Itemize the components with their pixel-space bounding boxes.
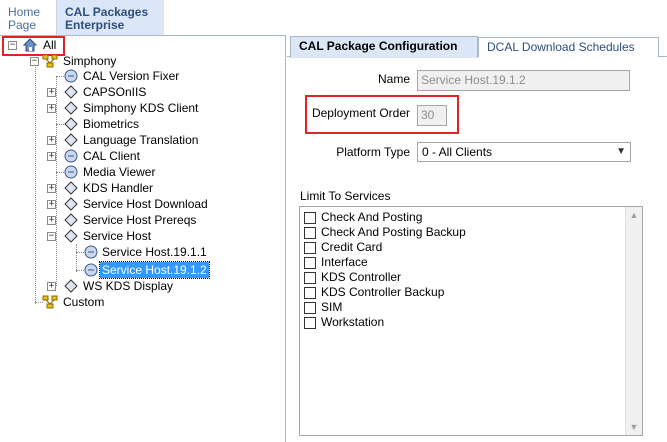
tree-node-label: WS KDS Display (83, 279, 174, 293)
checkbox[interactable] (304, 317, 316, 329)
tree-node-label: Service Host Prereqs (83, 213, 197, 227)
package-diamond-icon (64, 85, 78, 99)
service-label: Interface (321, 255, 368, 269)
package-circle-icon (64, 69, 78, 83)
tree-node-label: Simphony (63, 54, 117, 68)
package-diamond-icon (64, 117, 78, 131)
expand-icon[interactable]: + (47, 282, 56, 291)
tree-node-language-translation[interactable]: + Language Translation (0, 132, 200, 148)
expand-icon[interactable]: + (47, 184, 56, 193)
tab-home-page-line2: Page (8, 18, 37, 32)
tree-node-service-host-download[interactable]: + Service Host Download (0, 196, 210, 212)
tree-node-cal-client[interactable]: + CAL Client (0, 148, 200, 164)
platform-type-value: 0 - All Clients (422, 145, 493, 159)
checkbox[interactable] (304, 272, 316, 284)
tree-node-service-host-prereqs[interactable]: + Service Host Prereqs (0, 212, 200, 228)
checkbox[interactable] (304, 227, 316, 239)
checkbox[interactable] (304, 242, 316, 254)
checkbox[interactable] (304, 212, 316, 224)
tree-node-label: KDS Handler (83, 181, 154, 195)
scrollbar[interactable]: ▲ ▼ (625, 207, 642, 435)
scroll-down-icon[interactable]: ▼ (626, 419, 642, 435)
package-diamond-icon (64, 197, 78, 211)
tree-node-label: Biometrics (83, 117, 140, 131)
checkbox[interactable] (304, 257, 316, 269)
package-circle-icon (84, 245, 98, 259)
expand-icon[interactable]: + (47, 216, 56, 225)
service-label: Check And Posting (321, 210, 423, 224)
tree-node-media-viewer[interactable]: Media Viewer (0, 164, 200, 180)
tree-node-label: Simphony KDS Client (83, 101, 199, 115)
checkbox[interactable] (304, 302, 316, 314)
tree-node-label: CAL Client (83, 149, 140, 163)
service-label: SIM (321, 300, 343, 314)
service-label: Workstation (321, 315, 385, 329)
expand-icon[interactable]: + (47, 104, 56, 113)
package-diamond-icon (64, 133, 78, 147)
expand-icon[interactable]: + (47, 88, 56, 97)
platform-type-dropdown[interactable]: 0 - All Clients ▼ (417, 142, 631, 162)
tree-node-cal-version-fixer[interactable]: CAL Version Fixer (0, 68, 200, 84)
tree-node-label-selected: Service Host.19.1.2 (99, 261, 210, 279)
expand-icon[interactable]: + (47, 136, 56, 145)
tree-node-service-host-19-1-1[interactable]: Service Host.19.1.1 (0, 244, 210, 260)
package-diamond-icon (64, 229, 78, 243)
tree-node-label: Service Host (83, 229, 152, 243)
tree-node-label: Service Host.19.1.1 (102, 245, 207, 259)
tab-cal-package-configuration[interactable]: CAL Package Configuration (290, 36, 478, 58)
configuration-tab-bar: CAL Package Configuration DCAL Download … (287, 35, 667, 58)
chevron-down-icon[interactable]: ▼ (616, 143, 626, 161)
tree-node-label: CAL Version Fixer (83, 69, 180, 83)
name-label: Name (377, 72, 410, 86)
service-label: Credit Card (321, 240, 383, 254)
org-chart-icon (42, 295, 58, 309)
tab-cal-packages-line2: Enterprise (65, 18, 125, 32)
tab-dcal-download-schedules[interactable]: DCAL Download Schedules (478, 37, 659, 57)
package-diamond-icon (64, 213, 78, 227)
tree-node-capsoniis[interactable]: + CAPSOnIIS (0, 84, 200, 100)
tree-node-simphony-kds-client[interactable]: + Simphony KDS Client (0, 100, 200, 116)
highlight-box-deployment-order (305, 95, 459, 134)
tree-node-custom[interactable]: Custom (0, 294, 120, 310)
tree-node-label: CAPSOnIIS (83, 85, 147, 99)
collapse-icon[interactable]: − (30, 57, 39, 66)
top-tab-bar: Home Page CAL Packages Enterprise (0, 0, 667, 35)
tree-node-biometrics[interactable]: Biometrics (0, 116, 200, 132)
tree-node-service-host[interactable]: − Service Host (0, 228, 200, 244)
name-field[interactable]: Service Host.19.1.2 (417, 70, 630, 91)
expand-icon[interactable]: + (47, 200, 56, 209)
checkbox[interactable] (304, 287, 316, 299)
package-diamond-icon (64, 101, 78, 115)
tree-node-label: Language Translation (83, 133, 199, 147)
tree-node-ws-kds-display[interactable]: + WS KDS Display (0, 278, 200, 294)
tab-home-page[interactable]: Home Page (0, 0, 56, 35)
tree-node-service-host-19-1-2[interactable]: Service Host.19.1.2 (0, 261, 210, 279)
tree-node-label: Custom (63, 295, 105, 309)
tree-node-simphony[interactable]: − Simphony (0, 53, 130, 69)
tab-cal-packages-enterprise[interactable]: CAL Packages Enterprise (56, 0, 164, 35)
service-label: Check And Posting Backup (321, 225, 466, 239)
tree-node-label: Media Viewer (83, 165, 156, 179)
scroll-up-icon[interactable]: ▲ (626, 207, 642, 223)
package-circle-icon (64, 149, 78, 163)
expand-icon[interactable]: + (47, 152, 56, 161)
services-checklist[interactable]: Check And Posting Check And Posting Back… (299, 206, 643, 436)
tree-node-label: Service Host Download (83, 197, 208, 211)
platform-type-label: Platform Type (336, 145, 410, 159)
package-diamond-icon (64, 181, 78, 195)
collapse-icon[interactable]: − (47, 232, 56, 241)
service-label: KDS Controller Backup (321, 285, 445, 299)
tree-node-kds-handler[interactable]: + KDS Handler (0, 180, 200, 196)
org-chart-icon (42, 54, 58, 68)
package-circle-icon (64, 165, 78, 179)
service-label: KDS Controller (321, 270, 402, 284)
package-diamond-icon (64, 279, 78, 293)
limit-to-services-label: Limit To Services (300, 189, 391, 203)
package-circle-icon (84, 263, 98, 277)
